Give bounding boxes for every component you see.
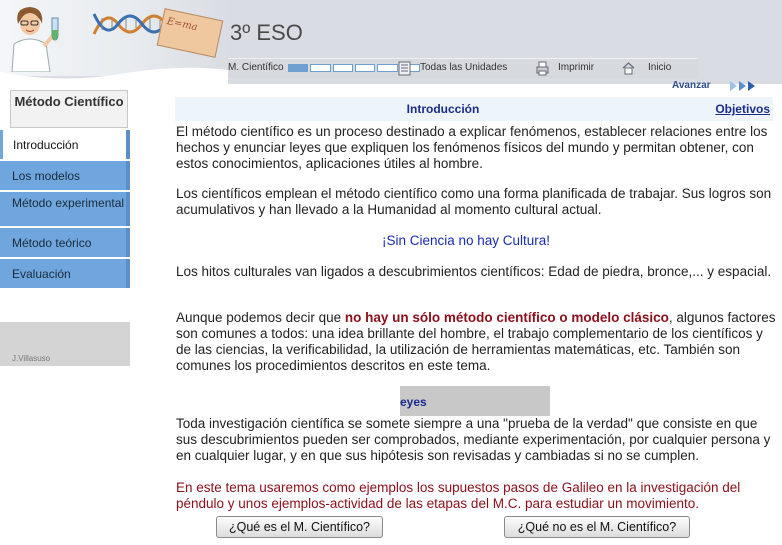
leyes-tab-box[interactable]: eyes <box>400 386 550 416</box>
sidebar-item-metodo-experimental[interactable]: Método experimental <box>0 192 130 226</box>
sidebar-item-introduccion[interactable]: Introducción <box>0 130 130 159</box>
highlight-no-metodo-unico: no hay un sólo método científico o model… <box>344 310 669 325</box>
header: E=ma 3º ESO M. Científico Todas las Unid… <box>0 0 782 84</box>
sidebar-item-evaluacion[interactable]: Evaluación <box>0 259 130 288</box>
slogan-text: ¡Sin Ciencia no hay Cultura! <box>381 233 551 248</box>
nav-inicio-link[interactable]: Inicio <box>648 62 671 73</box>
progress-segment <box>354 64 376 72</box>
progress-segment <box>332 64 353 72</box>
paragraph-metodo: Aunque podemos decir que no hay un sólo … <box>176 310 776 374</box>
paragraph-hitos: Los hitos culturales van ligados a descu… <box>176 264 772 279</box>
sidebar-title: Método Científico <box>10 90 128 128</box>
que-no-es-metodo-button[interactable]: ¿Qué no es el M. Científico? <box>504 516 690 538</box>
progress-segment <box>310 64 331 72</box>
formula-notebook-icon: E=ma <box>156 8 224 58</box>
paragraph-verdad: Toda investigación científica se somete … <box>176 416 771 463</box>
sidebar: Método Científico Introducción Los modelo… <box>0 84 140 422</box>
sidebar-menu: Introducción Los modelos Método experiment… <box>0 130 130 290</box>
section-title-bar: Introducción Objetivos <box>175 97 773 121</box>
leyes-label: eyes <box>400 395 427 409</box>
nav-todas-unidades-link[interactable]: Todas las Unidades <box>420 62 507 73</box>
document-icon[interactable] <box>398 61 411 76</box>
top-navigation-bar: M. Científico Todas las Unidades Imprimi… <box>228 58 698 78</box>
forward-arrows-icon[interactable] <box>730 80 756 92</box>
paragraph-metodo-start: Aunque podemos decir que <box>176 310 345 325</box>
home-icon[interactable] <box>622 61 635 76</box>
progress-segment <box>377 64 398 72</box>
header-banner-art: E=ma <box>0 0 228 76</box>
printer-icon[interactable] <box>536 61 549 76</box>
course-title: 3º ESO <box>230 20 303 45</box>
sidebar-item-metodo-teorico[interactable]: Método teórico <box>0 228 130 257</box>
que-es-metodo-button[interactable]: ¿Qué es el M. Científico? <box>216 516 383 538</box>
scientist-illustration-icon <box>11 7 59 72</box>
header-wave-decoration <box>0 67 228 84</box>
paragraph-cientificos: Los científicos emplean el método cientí… <box>176 186 772 217</box>
nav-metodo-cientifico-link[interactable]: M. Científico <box>228 62 284 73</box>
progress-segment <box>288 64 309 72</box>
page-title: Introducción <box>406 102 480 116</box>
sidebar-item-los-modelos[interactable]: Los modelos <box>0 161 130 190</box>
paragraph-galileo: En este tema usaremos como ejemplos los … <box>176 480 741 511</box>
author-credit: J.Villasuso <box>12 354 51 363</box>
avanzar-link[interactable]: Avanzar <box>672 80 711 91</box>
paragraph-intro: El método científico es un proceso desti… <box>176 124 768 171</box>
objetivos-link[interactable]: Objetivos <box>715 102 770 116</box>
nav-imprimir-link[interactable]: Imprimir <box>558 62 594 73</box>
